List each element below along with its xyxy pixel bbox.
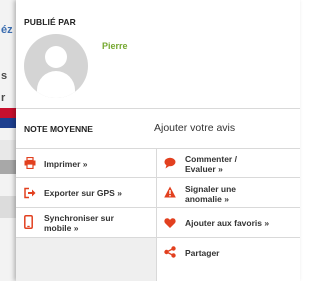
- published-by-label: PUBLIÉ PAR: [24, 17, 76, 27]
- background-flag-stripe: [0, 118, 16, 128]
- avatar-head-shape: [45, 46, 67, 68]
- smartphone-icon: [24, 215, 33, 229]
- share-label: Partager: [185, 248, 220, 258]
- print-button[interactable]: Imprimer »: [16, 149, 156, 177]
- comment-label-line1: Commenter /: [185, 154, 237, 164]
- section-divider: [16, 108, 300, 109]
- sync-mobile-button[interactable]: Synchroniser sur mobile »: [16, 208, 156, 237]
- background-image-fragment: [0, 196, 16, 218]
- comment-rate-button[interactable]: Commenter / Evaluer »: [157, 149, 300, 177]
- comment-label-line2: Evaluer »: [185, 164, 223, 174]
- empty-grid-cell: [16, 237, 156, 281]
- background-page-strip: éz s r: [0, 0, 16, 281]
- background-image-fragment: [0, 160, 16, 174]
- export-gps-label: Exporter sur GPS »: [44, 188, 122, 198]
- add-favorites-button[interactable]: Ajouter aux favoris »: [157, 208, 300, 237]
- add-review-link[interactable]: Ajouter votre avis: [154, 122, 235, 134]
- background-flag-stripe: [0, 108, 16, 118]
- printer-icon: [24, 157, 36, 169]
- share-icon: [164, 246, 176, 258]
- sync-mobile-label-line1: Synchroniser sur: [44, 213, 114, 223]
- background-text-fragment: s: [1, 70, 8, 82]
- avatar-body-shape: [37, 71, 75, 98]
- report-label-line2: anomalie »: [185, 194, 229, 204]
- recipe-info-panel: PUBLIÉ PAR Pierre NOTE MOYENNE Ajouter v…: [16, 0, 300, 281]
- share-button[interactable]: Partager: [157, 238, 300, 267]
- export-gps-button[interactable]: Exporter sur GPS »: [16, 178, 156, 207]
- background-text-fragment: r: [1, 92, 6, 104]
- report-anomaly-button[interactable]: Signaler une anomalie »: [157, 178, 300, 207]
- add-favorites-label: Ajouter aux favoris »: [185, 218, 270, 228]
- warning-icon: [164, 186, 176, 198]
- print-label: Imprimer »: [44, 159, 88, 169]
- default-user-avatar-icon[interactable]: [24, 34, 88, 98]
- average-rating-label: NOTE MOYENNE: [24, 124, 93, 134]
- sync-mobile-label-line2: mobile »: [44, 223, 79, 233]
- heart-icon: [164, 218, 176, 228]
- background-text-fragment: éz: [1, 24, 13, 36]
- author-name-link[interactable]: Pierre: [102, 41, 128, 51]
- background-image-fragment: [0, 140, 16, 160]
- report-label-line1: Signaler une: [185, 184, 237, 194]
- speech-bubble-icon: [164, 157, 176, 169]
- export-arrow-icon: [24, 187, 36, 199]
